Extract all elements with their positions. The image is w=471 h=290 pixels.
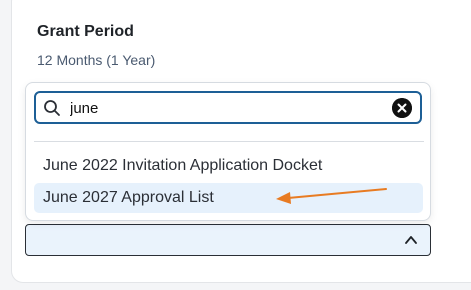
dropdown-select[interactable] <box>25 224 431 256</box>
grant-period-label: Grant Period <box>37 23 134 40</box>
option-june-2022[interactable]: June 2022 Invitation Application Docket <box>34 151 423 181</box>
search-icon <box>44 100 60 116</box>
chevron-up-icon[interactable] <box>404 233 418 247</box>
clear-icon[interactable] <box>392 98 412 118</box>
divider <box>34 141 424 142</box>
grant-period-value: 12 Months (1 Year) <box>37 52 156 68</box>
annotation-arrow <box>276 188 387 204</box>
search-box[interactable] <box>34 91 422 124</box>
search-input[interactable] <box>70 96 380 120</box>
